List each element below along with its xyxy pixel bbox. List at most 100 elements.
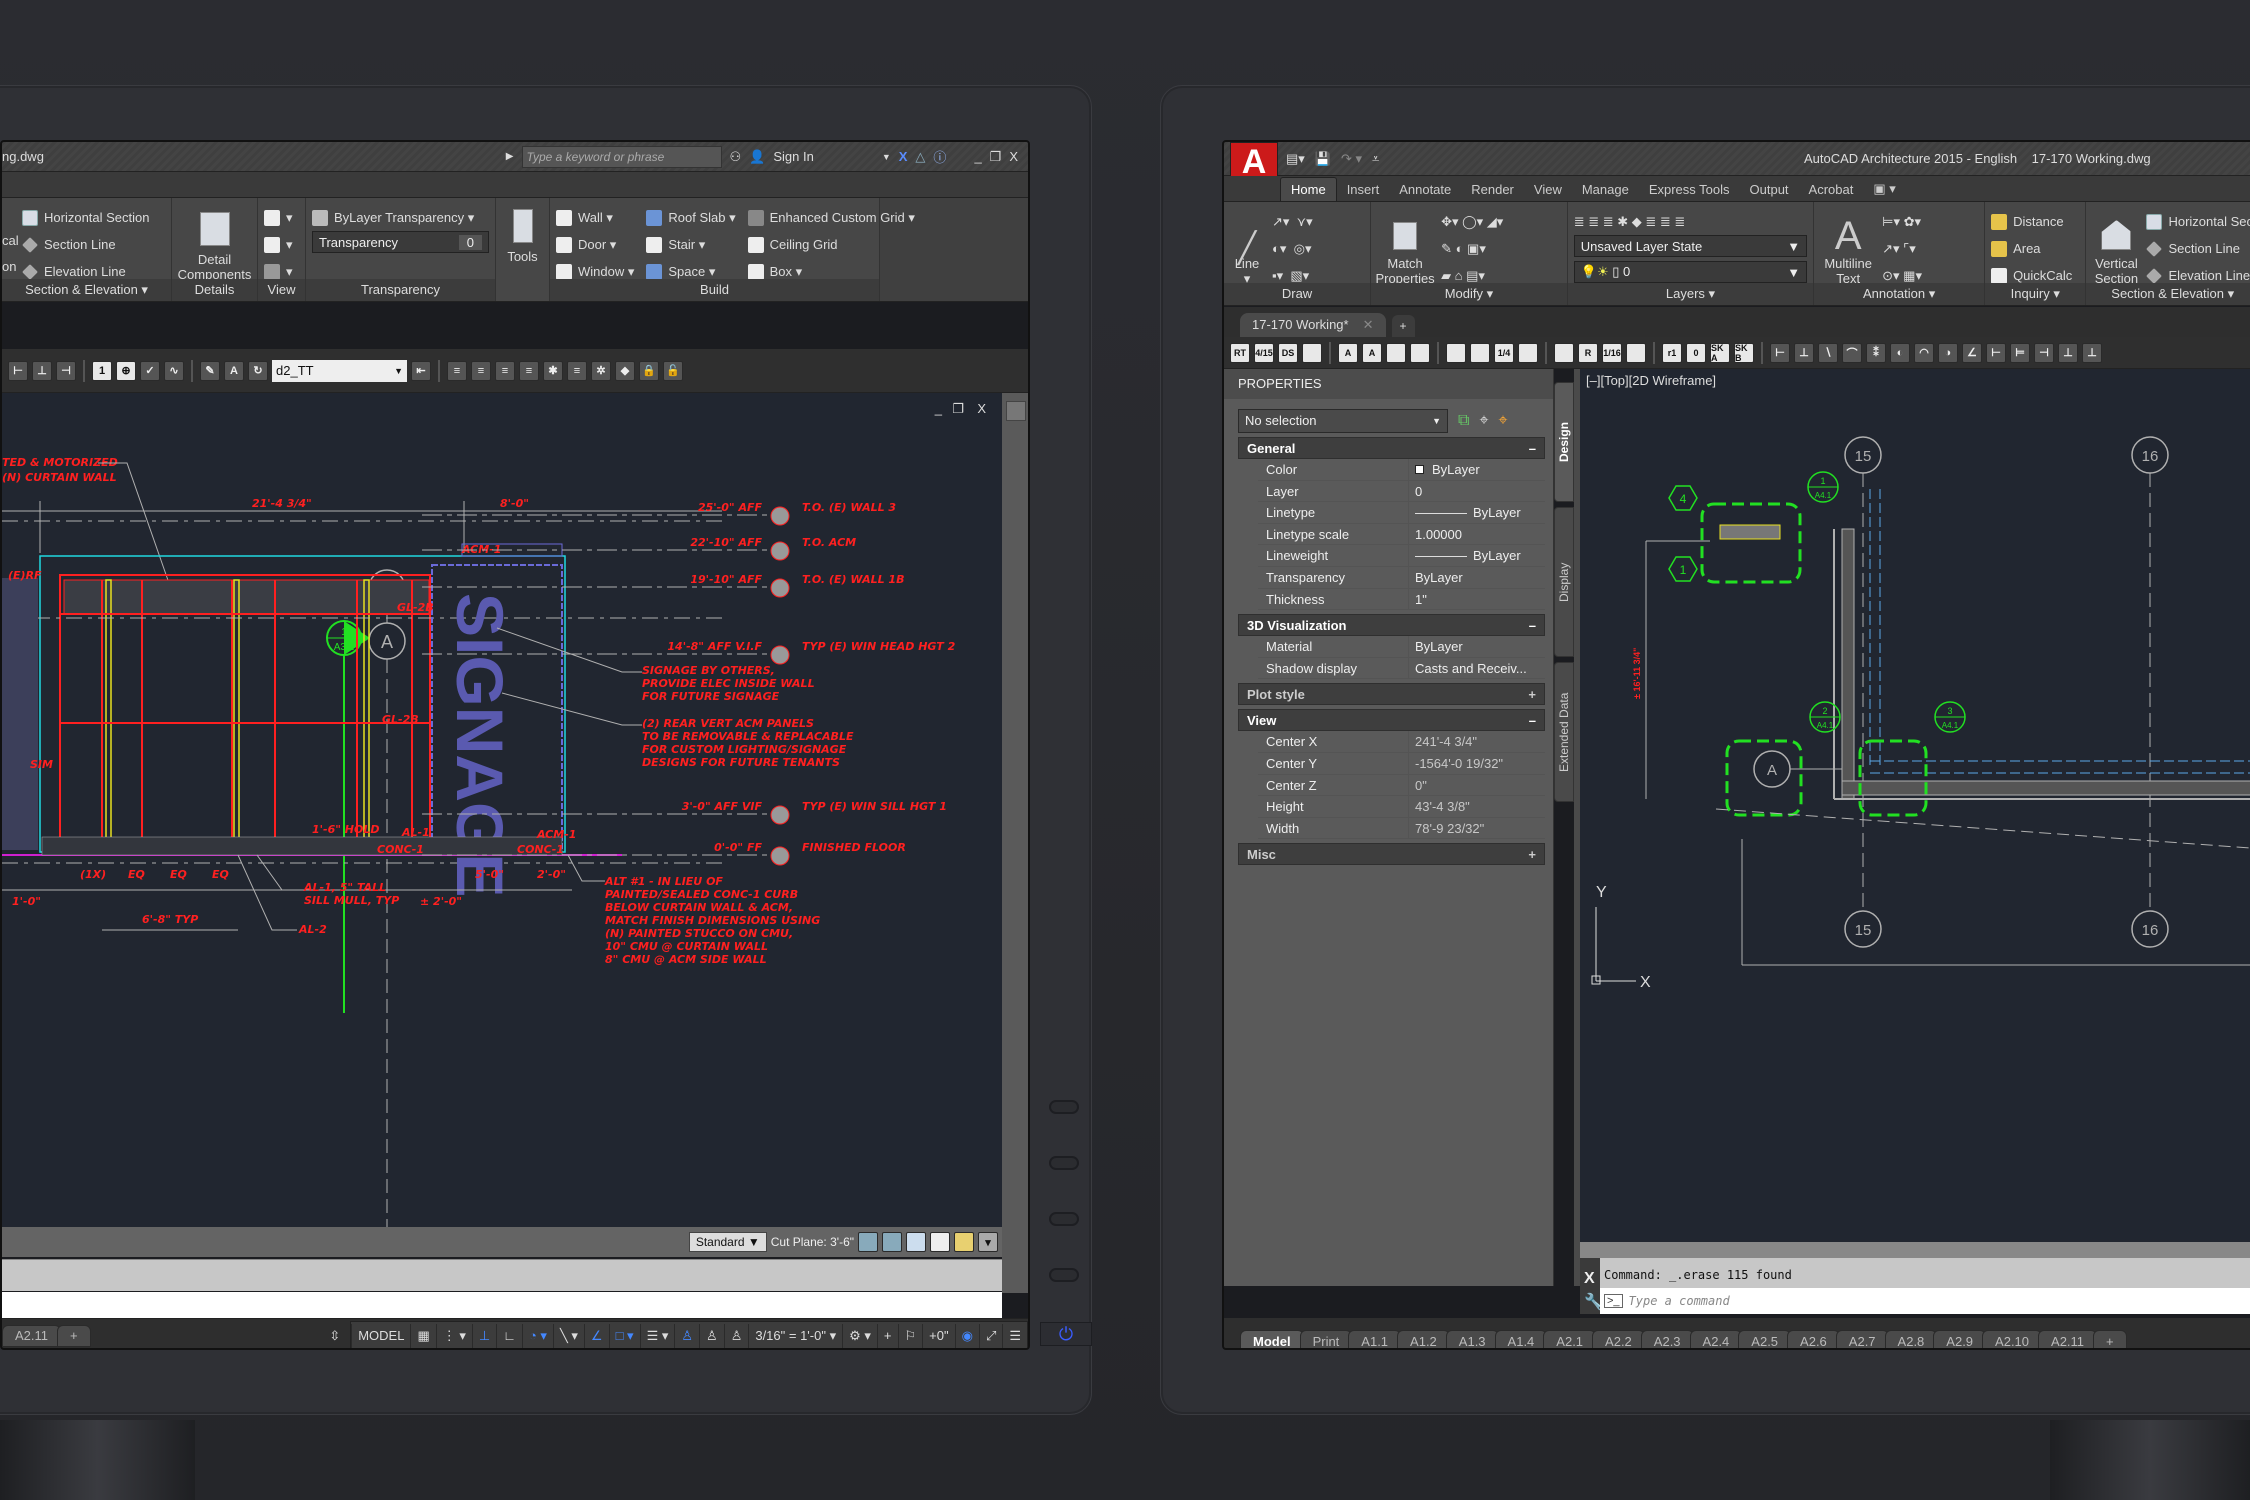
dim-tool-12[interactable]: ⊥	[2058, 342, 2078, 363]
area-button[interactable]: Area	[1991, 235, 2079, 262]
layer-off-icon[interactable]: ≡	[567, 360, 587, 381]
sign-in-button[interactable]: Sign In	[773, 149, 813, 164]
toolbar-button-4[interactable]: A	[1338, 342, 1358, 363]
selection-dropdown[interactable]: No selection ▼	[1238, 409, 1448, 433]
qat-customize-icon[interactable]: ⩡	[1372, 151, 1379, 167]
toolbar-button-14[interactable]: 1/16	[1602, 342, 1622, 363]
help-search-input[interactable]: Type a keyword or phrase	[521, 145, 722, 168]
layer-freeze-icon[interactable]: ✱	[543, 360, 563, 381]
property-value[interactable]: ByLayer	[1408, 502, 1545, 523]
layer-tools-row[interactable]: ≣ ≣ ≣ ✱ ◆ ≣ ≣ ≣	[1574, 208, 1807, 235]
property-row[interactable]: Shadow display Casts and Receiv...	[1258, 657, 1545, 680]
property-value[interactable]: 43'-4 3/8"	[1408, 796, 1545, 817]
enhanced-custom-grid-button[interactable]: Enhanced Custom Grid ▾	[747, 204, 915, 231]
property-value[interactable]: 1.00000	[1408, 523, 1545, 545]
property-row[interactable]: Color ByLayer	[1258, 459, 1545, 481]
object-snap-tracking[interactable]: ∠	[583, 1323, 609, 1348]
jog-line-icon[interactable]: ∿	[164, 360, 184, 381]
bylayer-transparency-dropdown[interactable]: ByLayer Transparency ▾	[312, 204, 489, 231]
property-row[interactable]: Lineweight ByLayer	[1258, 545, 1545, 567]
layout-tab-a1-2[interactable]: A1.2	[1397, 1330, 1450, 1348]
ceiling-grid-button[interactable]: Ceiling Grid	[747, 231, 915, 258]
wall-button[interactable]: Wall ▾	[556, 204, 634, 231]
horizontal-section-button-right[interactable]: Horizontal Sec	[2146, 208, 2250, 235]
dim-style-manager-icon[interactable]: ⇤	[411, 360, 431, 381]
status-overflow-icon[interactable]: ⇳	[329, 1328, 340, 1344]
tab-annotate[interactable]: Annotate	[1389, 178, 1461, 201]
minimize-button[interactable]: _	[974, 149, 981, 164]
right-drawing-area[interactable]: [–][Top][2D Wireframe] 15 16 A 15 16 4 1 1 A4.1 2…	[1580, 369, 2250, 1259]
property-row[interactable]: Height 43'-4 3/8"	[1258, 796, 1545, 818]
panel-label-modify[interactable]: Modify ▾	[1371, 283, 1567, 305]
layout-tab-a2-6[interactable]: A2.6	[1787, 1330, 1840, 1348]
polar-toggle[interactable]: ◔ ▾	[521, 1323, 553, 1348]
dim-edit-icon[interactable]: 1	[92, 360, 112, 381]
display-config-dropdown[interactable]: Standard ▼	[688, 1232, 767, 1252]
layout-tab-a2-11[interactable]: A2.11	[2, 1324, 62, 1347]
tab-insert[interactable]: Insert	[1337, 178, 1390, 201]
a360-icon[interactable]: △	[915, 149, 925, 165]
layer-match-icon[interactable]: ≡	[447, 360, 467, 381]
toolbar-button-5[interactable]: A	[1362, 342, 1382, 363]
annotation-scale[interactable]: ♙	[723, 1323, 749, 1348]
dim-tool-2[interactable]: ∖	[1818, 342, 1838, 363]
dim-tool-6[interactable]: ◠	[1914, 342, 1934, 363]
layer-isolate-icon[interactable]: ≡	[495, 360, 515, 381]
dim-tool-10[interactable]: ⊨	[2010, 342, 2030, 363]
command-input[interactable]: >_ Type a command	[1600, 1288, 2250, 1314]
layer-dropdown[interactable]: 💡☀ ▯ 0 ▼	[1573, 261, 1808, 283]
lightbulb-icon[interactable]	[954, 1232, 974, 1252]
toolbar-button-1[interactable]: 4/15	[1254, 342, 1274, 363]
toolbar-button-7[interactable]	[1410, 342, 1430, 363]
tab-express-tools[interactable]: Express Tools	[1639, 178, 1740, 201]
toolbar-button-16[interactable]: r1	[1662, 342, 1682, 363]
property-value[interactable]: ByLayer	[1408, 566, 1545, 588]
section-toggle[interactable]: +	[1528, 687, 1536, 702]
monitor-menu-button[interactable]	[1049, 1100, 1079, 1114]
object-snap-toggle[interactable]: □ ▾	[608, 1323, 640, 1348]
property-value[interactable]: 0	[1408, 480, 1545, 502]
roof-slab-button[interactable]: Roof Slab ▾	[646, 204, 736, 231]
property-row[interactable]: Layer 0	[1258, 480, 1545, 503]
workspace-switch-icon[interactable]: ▤▾	[1286, 151, 1305, 167]
layout-tab-a2-4[interactable]: A2.4	[1689, 1330, 1743, 1348]
viewport-close[interactable]: X	[977, 401, 986, 416]
tools-button[interactable]: Tools	[502, 204, 543, 264]
snap-toggle[interactable]: ⋮ ▾	[435, 1323, 472, 1348]
toolbar-button-12[interactable]	[1554, 342, 1574, 363]
save-icon[interactable]: 💾	[1315, 151, 1331, 167]
model-space-toggle[interactable]: MODEL	[351, 1323, 410, 1348]
layer-previous-icon[interactable]: ≡	[471, 360, 491, 381]
add-layout-button[interactable]: +	[2093, 1330, 2127, 1348]
property-value[interactable]: ByLayer	[1408, 545, 1545, 566]
toolbar-button-2[interactable]: DS	[1278, 342, 1298, 363]
layout-tab-a2-10[interactable]: A2.10	[1982, 1330, 2043, 1348]
layout-tab-print[interactable]: Print	[1299, 1330, 1353, 1348]
section-3d-visualization[interactable]: 3D Visualization –	[1238, 614, 1545, 637]
auto-scale[interactable]: ♙	[699, 1323, 724, 1348]
infer-constraints-toggle[interactable]: ⊥	[471, 1323, 496, 1348]
grid-toggle[interactable]: ▦	[410, 1323, 435, 1348]
doc-tab-17-170-working[interactable]: 17-170 Working* ✕	[1240, 313, 1386, 337]
panel-label-section-elevation-right[interactable]: Section & Elevation ▾	[2086, 283, 2250, 305]
property-value[interactable]: Casts and Receiv...	[1408, 657, 1545, 679]
toolbar-button-11[interactable]	[1518, 342, 1538, 363]
layout-tab-a2-9[interactable]: A2.9	[1933, 1330, 1987, 1348]
toolbar-button-18[interactable]: SK A	[1710, 342, 1730, 363]
ribbon-minimize-toggle[interactable]: ▣ ▾	[1863, 177, 1905, 201]
section-plot-style[interactable]: Plot style +	[1238, 683, 1545, 706]
customization-menu[interactable]: ☰	[1002, 1323, 1027, 1348]
annotation-scale-dropdown[interactable]: 3/16" = 1'-0" ▾	[748, 1323, 842, 1348]
lineweight-toggle[interactable]: ☰ ▾	[639, 1323, 675, 1348]
dim-tool-13[interactable]: ⊥	[2082, 342, 2102, 363]
circle-button[interactable]: ◐▾ ◎▾	[1272, 235, 1313, 262]
section-view[interactable]: View –	[1238, 709, 1545, 732]
dim-tool-5[interactable]: ◐	[1890, 342, 1910, 363]
clean-screen[interactable]: ⤢	[978, 1323, 1002, 1348]
annotation-monitor[interactable]: +	[876, 1323, 898, 1348]
transparency-field[interactable]: Transparency 0	[312, 231, 489, 253]
layout-tab-a1-4[interactable]: A1.4	[1494, 1330, 1548, 1348]
close-button[interactable]: X	[1009, 149, 1018, 164]
monitor-up-button[interactable]	[1049, 1212, 1079, 1226]
toolbar-button-3[interactable]	[1302, 342, 1322, 363]
